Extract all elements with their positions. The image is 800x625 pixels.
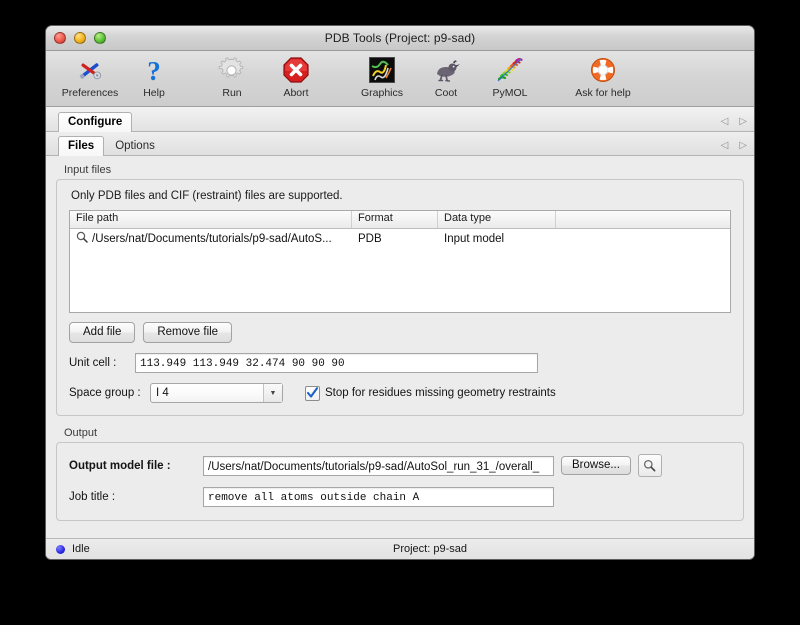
panel-content: Input files Only PDB files and CIF (rest…	[46, 156, 754, 538]
status-state-label: Idle	[72, 543, 90, 555]
tab-files[interactable]: Files	[58, 136, 104, 156]
status-bar: Idle Project: p9-sad	[46, 538, 754, 559]
status-project-label: Project: p9-sad	[46, 543, 754, 555]
toolbar-label-help: Help	[122, 87, 186, 99]
tab-files-label: Files	[68, 140, 94, 152]
table-header-row: File path Format Data type	[70, 211, 730, 229]
unit-cell-input[interactable]: 113.949 113.949 32.474 90 90 90	[135, 353, 538, 373]
inner-tab-bar: Files Options ◁ ▷	[46, 132, 754, 156]
toolbar-button-graphics[interactable]: Graphics	[350, 51, 414, 99]
pymol-ribbon-icon	[478, 55, 542, 85]
column-header-file-path[interactable]: File path	[70, 211, 352, 228]
add-file-button[interactable]: Add file	[69, 322, 135, 343]
stop-x-icon	[264, 55, 328, 85]
toolbar-label-graphics: Graphics	[350, 87, 414, 99]
column-header-data-type[interactable]: Data type	[438, 211, 556, 228]
unit-cell-row: Unit cell : 113.949 113.949 32.474 90 90…	[69, 353, 731, 373]
application-window: PDB Tools (Project: p9-sad) Preferenc	[45, 25, 755, 560]
lifesaver-icon	[564, 55, 642, 85]
job-title-input[interactable]: remove all atoms outside chain A	[203, 487, 554, 507]
job-title-label: Job title :	[69, 491, 203, 503]
toolbar-button-preferences[interactable]: Preferences	[58, 51, 122, 99]
output-model-file-input[interactable]: /Users/nat/Documents/tutorials/p9-sad/Au…	[203, 456, 554, 476]
toolbar-label-pymol: PyMOL	[478, 87, 542, 99]
toolbar-label-ask-for-help: Ask for help	[564, 87, 642, 99]
output-model-file-label: Output model file :	[69, 460, 203, 472]
output-magnifier-button[interactable]	[638, 454, 662, 477]
space-group-label: Space group :	[69, 387, 150, 399]
inner-tab-nav: ◁ ▷	[721, 141, 747, 151]
preferences-icon	[58, 55, 122, 85]
tab-options-label: Options	[115, 140, 155, 152]
status-indicator-icon	[56, 545, 65, 554]
coot-bird-icon	[414, 55, 478, 85]
output-model-file-row: Output model file : /Users/nat/Documents…	[69, 454, 731, 477]
toolbar-button-coot[interactable]: Coot	[414, 51, 478, 99]
outer-tab-next-icon[interactable]: ▷	[739, 117, 747, 127]
column-header-extra[interactable]	[556, 211, 730, 228]
chevron-down-icon[interactable]: ▼	[263, 384, 282, 402]
cell-file-path-text: /Users/nat/Documents/tutorials/p9-sad/Au…	[92, 233, 332, 245]
toolbar-label-coot: Coot	[414, 87, 478, 99]
output-group-title: Output	[64, 427, 744, 439]
checkbox-box[interactable]	[305, 386, 320, 401]
toolbar-button-run[interactable]: Run	[200, 51, 264, 99]
toolbar-button-help[interactable]: ? Help	[122, 51, 186, 99]
output-box: Output model file : /Users/nat/Documents…	[56, 442, 744, 521]
file-buttons-row: Add file Remove file	[69, 322, 731, 343]
input-files-table[interactable]: File path Format Data type	[69, 210, 731, 313]
browse-button[interactable]: Browse...	[561, 456, 631, 475]
outer-tab-nav: ◁ ▷	[721, 117, 747, 127]
toolbar-label-run: Run	[200, 87, 264, 99]
outer-tab-bar: Configure ◁ ▷	[46, 107, 754, 132]
svg-text:?: ?	[147, 56, 161, 84]
stop-for-missing-restraints-label: Stop for residues missing geometry restr…	[325, 387, 556, 399]
toolbar-button-pymol[interactable]: PyMOL	[478, 51, 542, 99]
input-files-group-title: Input files	[64, 164, 744, 176]
magnifier-icon	[643, 459, 656, 472]
tab-options[interactable]: Options	[105, 136, 165, 156]
cell-data-type: Input model	[438, 233, 556, 245]
output-group: Output Output model file : /Users/nat/Do…	[56, 427, 744, 521]
inner-tab-prev-icon[interactable]: ◁	[721, 141, 729, 151]
tab-configure[interactable]: Configure	[58, 112, 132, 132]
window-title: PDB Tools (Project: p9-sad)	[46, 26, 754, 50]
space-group-select[interactable]: I 4 ▼	[150, 383, 283, 403]
input-files-box: Only PDB files and CIF (restraint) files…	[56, 179, 744, 416]
outer-tab-prev-icon[interactable]: ◁	[721, 117, 729, 127]
remove-file-button[interactable]: Remove file	[143, 322, 232, 343]
toolbar-label-abort: Abort	[264, 87, 328, 99]
space-group-value: I 4	[156, 387, 169, 399]
gear-icon	[200, 55, 264, 85]
cell-format: PDB	[352, 233, 438, 245]
toolbar-button-ask-for-help[interactable]: Ask for help	[564, 51, 642, 99]
window-body: Configure ◁ ▷ Files Options ◁ ▷ In	[46, 107, 754, 559]
column-header-format[interactable]: Format	[352, 211, 438, 228]
table-row[interactable]: /Users/nat/Documents/tutorials/p9-sad/Au…	[70, 229, 730, 248]
magnifier-icon[interactable]	[76, 231, 88, 246]
supported-files-hint: Only PDB files and CIF (restraint) files…	[71, 190, 731, 202]
question-mark-icon: ?	[122, 55, 186, 85]
input-files-group: Input files Only PDB files and CIF (rest…	[56, 164, 744, 416]
toolbar-label-preferences: Preferences	[58, 87, 122, 99]
stop-for-missing-restraints-checkbox[interactable]: Stop for residues missing geometry restr…	[305, 386, 556, 401]
cell-file-path: /Users/nat/Documents/tutorials/p9-sad/Au…	[70, 231, 352, 246]
job-title-row: Job title : remove all atoms outside cha…	[69, 487, 731, 507]
graphics-icon	[350, 55, 414, 85]
main-toolbar: Preferences ? Help Run	[46, 51, 754, 107]
tab-configure-label: Configure	[68, 116, 122, 128]
space-group-row: Space group : I 4 ▼ Stop for residue	[69, 383, 731, 403]
title-bar: PDB Tools (Project: p9-sad)	[46, 26, 754, 51]
inner-tab-next-icon[interactable]: ▷	[739, 141, 747, 151]
unit-cell-label: Unit cell :	[69, 357, 135, 369]
toolbar-button-abort[interactable]: Abort	[264, 51, 328, 99]
